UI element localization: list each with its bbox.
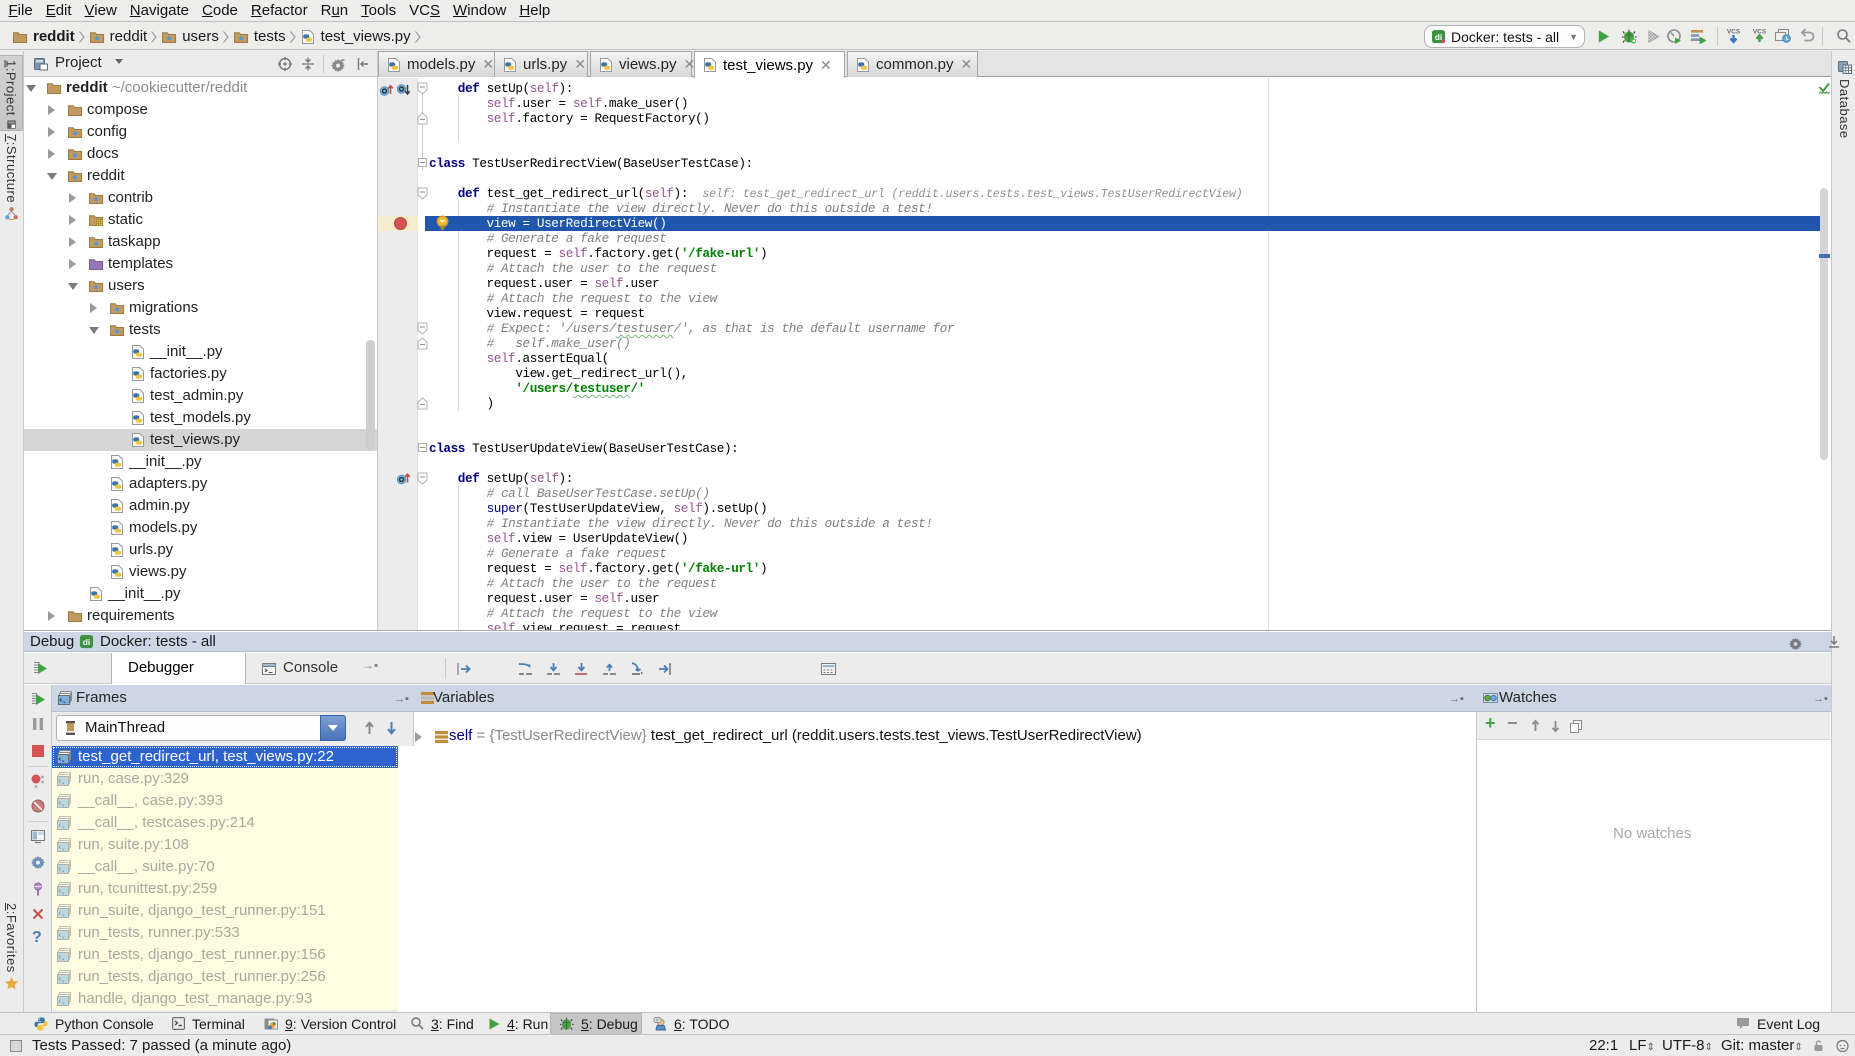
svg-text:di: di [1435,32,1442,42]
svg-text:VCS: VCS [1727,29,1741,36]
svg-text:di: di [83,637,90,647]
